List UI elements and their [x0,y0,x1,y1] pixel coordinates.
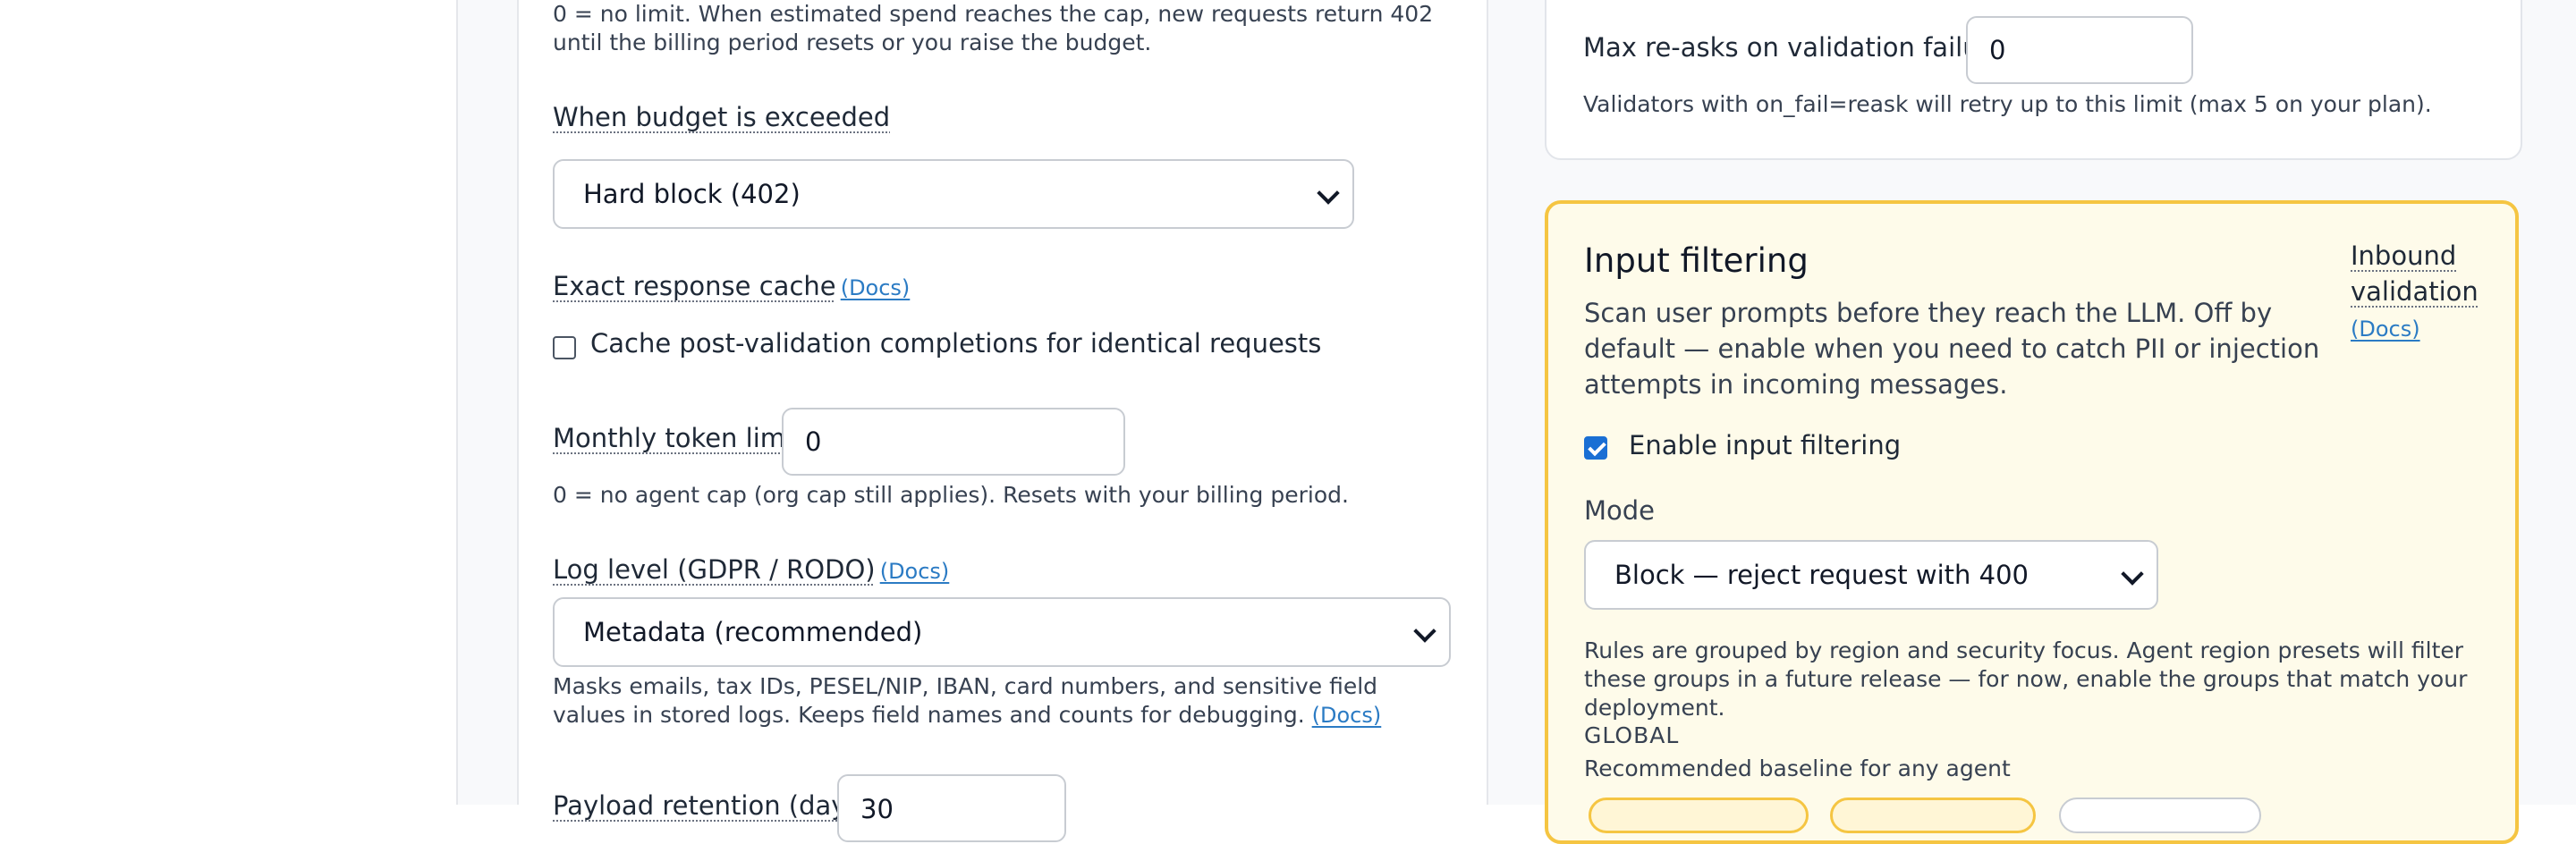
chevron-down-icon [1413,620,1436,643]
inbound-validation-link-line1[interactable]: Inbound [2351,238,2479,274]
group-subtitle: Recommended baseline for any agent [1584,755,2011,781]
log-level-docs-link[interactable]: (Docs) [880,559,950,584]
cache-checkbox[interactable] [553,336,576,359]
log-level-helper: Masks emails, tax IDs, PESEL/NIP, IBAN, … [553,672,1447,730]
enable-input-filtering-checkbox[interactable] [1584,436,1607,460]
token-limit-helper: 0 = no agent cap (org cap still applies)… [553,482,1349,508]
mode-value: Block — reject request with 400 [1614,560,2029,590]
retention-value: 30 [860,794,894,824]
log-level-label: Log level (GDPR / RODO) [553,554,876,585]
token-limit-label: Monthly token limit [553,423,803,453]
chevron-down-icon [1317,181,1340,205]
budget-exceeded-value: Hard block (402) [583,179,801,209]
group-heading: GLOBAL [1584,722,1680,748]
inbound-validation-link-block[interactable]: Inbound validation (Docs) [2351,238,2479,347]
inbound-validation-docs-link[interactable]: (Docs) [2351,316,2420,342]
cache-docs-link[interactable]: (Docs) [841,275,911,300]
cache-checkbox-label: Cache post-validation completions for id… [590,328,1322,359]
rule-group-pill[interactable] [1589,798,1809,833]
reask-label: Max re-asks on validation failure [1583,32,2005,63]
cache-label: Exact response cache [553,271,836,301]
retention-input[interactable]: 30 [837,774,1066,842]
input-filtering-description: Scan user prompts before they reach the … [1584,298,2320,400]
cache-label-row: Exact response cache (Docs) [553,271,910,301]
enable-input-filtering-label: Enable input filtering [1629,430,1902,460]
log-level-select[interactable]: Metadata (recommended) [553,597,1451,667]
log-level-helper-docs-link[interactable]: (Docs) [1312,703,1382,728]
reask-value: 0 [1989,35,2006,65]
mode-select[interactable]: Block — reject request with 400 [1584,540,2158,610]
retention-label: Payload retention (days) [553,790,870,821]
rule-group-pill[interactable] [1830,798,2036,833]
token-limit-value: 0 [805,426,822,457]
budget-exceeded-label: When budget is exceeded [553,102,891,132]
reask-helper: Validators with on_fail=reask will retry… [1583,91,2432,117]
log-level-label-row: Log level (GDPR / RODO) (Docs) [553,554,949,585]
rule-group-pill[interactable] [2059,798,2261,833]
rules-helper: Rules are grouped by region and security… [1584,637,2468,721]
mode-label: Mode [1584,495,1656,526]
budget-exceeded-select[interactable]: Hard block (402) [553,159,1354,229]
input-filtering-title: Input filtering [1584,241,1809,280]
log-level-helper-text: Masks emails, tax IDs, PESEL/NIP, IBAN, … [553,673,1378,728]
inbound-validation-link-line2[interactable]: validation [2351,274,2479,309]
log-level-value: Metadata (recommended) [583,617,923,647]
chevron-down-icon [2121,562,2144,586]
token-limit-input[interactable]: 0 [782,408,1125,476]
budget-cap-helper: 0 = no limit. When estimated spend reach… [553,1,1434,55]
reask-input[interactable]: 0 [1966,16,2193,84]
